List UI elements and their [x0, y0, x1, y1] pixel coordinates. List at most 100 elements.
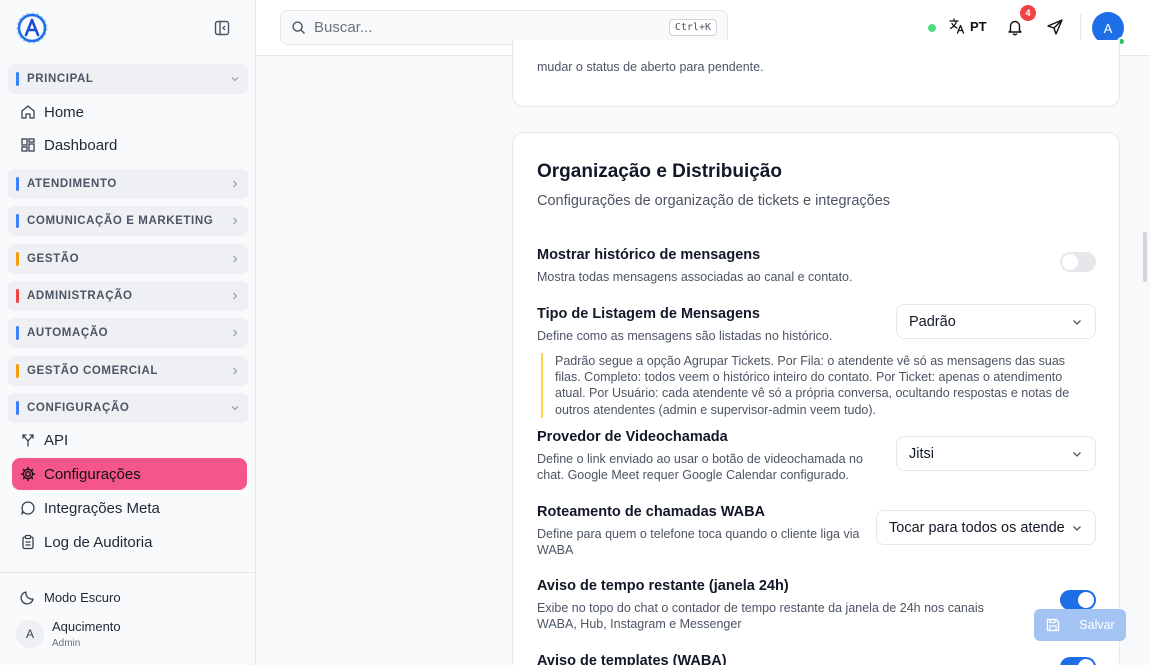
header-divider [1080, 14, 1081, 42]
section-configuracao[interactable]: CONFIGURAÇÃO [8, 393, 248, 423]
chevron-down-icon [1073, 451, 1081, 457]
dark-mode-label: Modo Escuro [44, 589, 121, 605]
waba-routing-select[interactable]: Tocar para todos os atende [876, 510, 1096, 545]
sidebar-item-label: Dashboard [44, 136, 118, 154]
sidebar-item-label: Home [44, 103, 85, 121]
previous-settings-card: mudar o status de aberto para pendente. [512, 40, 1120, 107]
chevron-right-icon [233, 180, 238, 188]
section-label: AUTOMAÇÃO [27, 327, 109, 339]
sidebar-item-dashboard[interactable]: Dashboard [12, 129, 247, 161]
chevron-down-icon [231, 406, 239, 411]
select-value: Tocar para todos os atende [889, 519, 1065, 536]
user-avatar: A [16, 620, 44, 648]
show-history-toggle[interactable] [1060, 252, 1096, 272]
section-label: COMUNICAÇÃO E MARKETING [27, 215, 214, 227]
setting-title-listing-type: Tipo de Listagem de Mensagens [537, 306, 760, 322]
clipboard-icon [20, 534, 36, 550]
toggle-knob [1078, 592, 1094, 608]
setting-title-video-provider: Provedor de Videochamada [537, 429, 728, 445]
sidebar-item-label: Integrações Meta [44, 499, 160, 517]
sidebar-footer: Modo Escuro A Aqucimento Admin [0, 572, 256, 665]
language-label: PT [970, 18, 987, 34]
section-label: GESTÃO COMERCIAL [27, 365, 158, 377]
section-administracao[interactable]: ADMINISTRAÇÃO [8, 281, 248, 311]
chevron-right-icon [233, 217, 238, 225]
setting-desc-time-remaining: Exibe no topo do chat o contador de temp… [537, 601, 984, 631]
section-color-bar [16, 289, 19, 303]
sidebar-item-label: Log de Auditoria [44, 533, 153, 551]
section-atendimento[interactable]: ATENDIMENTO [8, 169, 248, 199]
sidebar-collapse-icon[interactable] [213, 19, 231, 37]
section-principal[interactable]: PRINCIPAL [8, 64, 248, 94]
sidebar-item-label: API [44, 431, 69, 449]
sidebar-item-api[interactable]: API [12, 424, 247, 456]
sidebar-item-home[interactable]: Home [12, 96, 247, 128]
user-profile[interactable]: A Aqucimento Admin [16, 619, 121, 649]
sidebar-item-configuracoes[interactable]: Configurações [12, 458, 247, 490]
sidebar-item-log-auditoria[interactable]: Log de Auditoria [12, 526, 247, 558]
translate-icon [949, 18, 965, 34]
section-label: CONFIGURAÇÃO [27, 402, 130, 414]
gear-icon [20, 466, 36, 482]
chevron-right-icon [233, 255, 238, 263]
card-title: Organização e Distribuição [537, 161, 782, 182]
chevron-right-icon [233, 292, 238, 300]
dark-mode-toggle[interactable]: Modo Escuro [20, 589, 121, 605]
search-placeholder: Buscar... [314, 19, 373, 36]
select-value: Jitsi [909, 445, 934, 462]
section-automacao[interactable]: AUTOMAÇÃO [8, 318, 248, 348]
time-remaining-toggle[interactable] [1060, 590, 1096, 610]
setting-desc-show-history: Mostra todas mensagens associadas ao can… [537, 270, 853, 284]
moon-icon [20, 591, 34, 605]
chevron-down-icon [1073, 319, 1081, 325]
chevron-down-icon [1073, 525, 1081, 531]
page-scrollbar[interactable] [1143, 232, 1147, 282]
setting-description: mudar o status de aberto para pendente. [537, 60, 764, 74]
toggle-knob [1062, 254, 1078, 270]
section-label: ADMINISTRAÇÃO [27, 290, 133, 302]
setting-title-templates-warning: Aviso de templates (WABA) [537, 653, 727, 665]
dashboard-icon [20, 137, 36, 153]
notification-badge: 4 [1020, 5, 1036, 21]
user-name: Aqucimento [52, 619, 121, 634]
setting-desc-waba-routing: Define para quem o telefone toca quando … [537, 527, 860, 557]
sidebar: PRINCIPAL Home Dashboard ATENDIMENTO COM… [0, 0, 256, 665]
search-shortcut: Ctrl+K [668, 19, 717, 36]
video-provider-select[interactable]: Jitsi [896, 436, 1096, 471]
section-comunicacao-marketing[interactable]: COMUNICAÇÃO E MARKETING [8, 206, 248, 236]
app-logo[interactable] [16, 12, 48, 44]
section-label: PRINCIPAL [27, 73, 94, 85]
api-icon [20, 432, 36, 448]
setting-desc-listing-type: Define como as mensagens são listadas no… [537, 329, 833, 343]
section-color-bar [16, 214, 19, 228]
section-label: ATENDIMENTO [27, 178, 117, 190]
home-icon [20, 104, 36, 120]
chevron-right-icon [233, 367, 238, 375]
language-selector[interactable]: PT [948, 17, 987, 35]
section-color-bar [16, 326, 19, 340]
card-subtitle: Configurações de organização de tickets … [537, 193, 891, 209]
chat-icon [20, 500, 36, 516]
setting-title-waba-routing: Roteamento de chamadas WABA [537, 504, 766, 520]
section-gestao-comercial[interactable]: GESTÃO COMERCIAL [8, 356, 248, 386]
setting-desc-video-provider: Define o link enviado ao usar o botão de… [537, 452, 863, 482]
bell-icon[interactable] [1006, 18, 1024, 36]
sidebar-item-integracoes-meta[interactable]: Integrações Meta [12, 492, 247, 524]
search-icon [292, 21, 305, 34]
section-color-bar [16, 252, 19, 266]
send-icon[interactable] [1046, 18, 1064, 36]
templates-warning-toggle[interactable] [1060, 657, 1096, 665]
user-role: Admin [52, 638, 81, 649]
sidebar-item-label: Configurações [44, 465, 141, 483]
save-label: Salvar [1079, 618, 1115, 632]
save-icon [1047, 618, 1060, 632]
chevron-right-icon [233, 329, 238, 337]
setting-title-time-remaining: Aviso de tempo restante (janela 24h) [537, 578, 789, 594]
section-color-bar [16, 72, 19, 86]
section-color-bar [16, 401, 19, 415]
save-button[interactable]: Salvar [1034, 609, 1126, 641]
section-label: GESTÃO [27, 253, 80, 265]
listing-type-select[interactable]: Padrão [896, 304, 1096, 339]
section-gestao[interactable]: GESTÃO [8, 244, 248, 274]
online-status-dot [928, 24, 936, 32]
